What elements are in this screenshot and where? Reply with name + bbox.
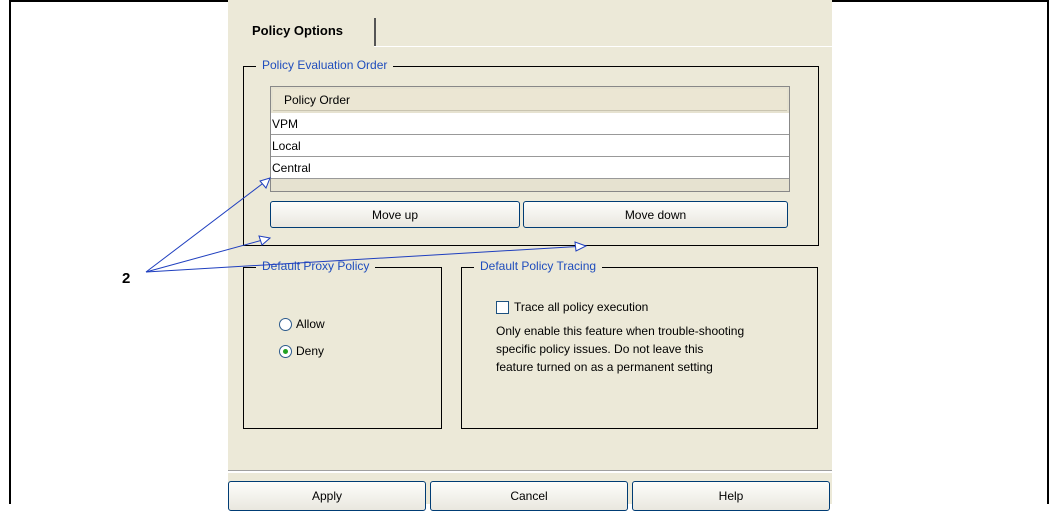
allow-label: Allow: [296, 317, 325, 331]
list-item-vpm[interactable]: VPM: [271, 113, 789, 135]
deny-label: Deny: [296, 344, 325, 358]
tracing-note-line-2: specific policy issues. Do not leave thi…: [496, 342, 704, 356]
radio-selected-dot: [283, 349, 288, 354]
move-up-button[interactable]: Move up: [270, 201, 520, 228]
policy-order-list[interactable]: Policy Order VPM Local Central: [270, 86, 790, 192]
group-legend: Default Proxy Policy: [256, 259, 376, 273]
allow-radio[interactable]: [279, 318, 292, 331]
list-column-header[interactable]: Policy Order: [273, 89, 787, 111]
tab-divider: [374, 46, 832, 47]
deny-radio[interactable]: [279, 345, 292, 358]
help-button[interactable]: Help: [632, 481, 830, 511]
callout-number: 2: [122, 270, 131, 287]
move-down-button[interactable]: Move down: [523, 201, 788, 228]
group-legend: Policy Evaluation Order: [256, 58, 394, 72]
cancel-button[interactable]: Cancel: [430, 481, 628, 511]
apply-button[interactable]: Apply: [228, 481, 426, 511]
button-bar-divider: [228, 470, 832, 473]
tracing-note-line-1: Only enable this feature when trouble-sh…: [496, 324, 745, 338]
tracing-note-line-3: feature turned on as a permanent setting: [496, 360, 713, 374]
trace-all-checkbox[interactable]: [496, 301, 509, 314]
group-legend: Default Policy Tracing: [474, 259, 603, 273]
list-item-central[interactable]: Central: [271, 157, 789, 179]
default-proxy-policy-group: Default Proxy Policy: [243, 259, 442, 429]
trace-all-label: Trace all policy execution: [514, 300, 649, 314]
list-item-local[interactable]: Local: [271, 135, 789, 157]
tab-policy-options[interactable]: Policy Options: [228, 18, 376, 46]
